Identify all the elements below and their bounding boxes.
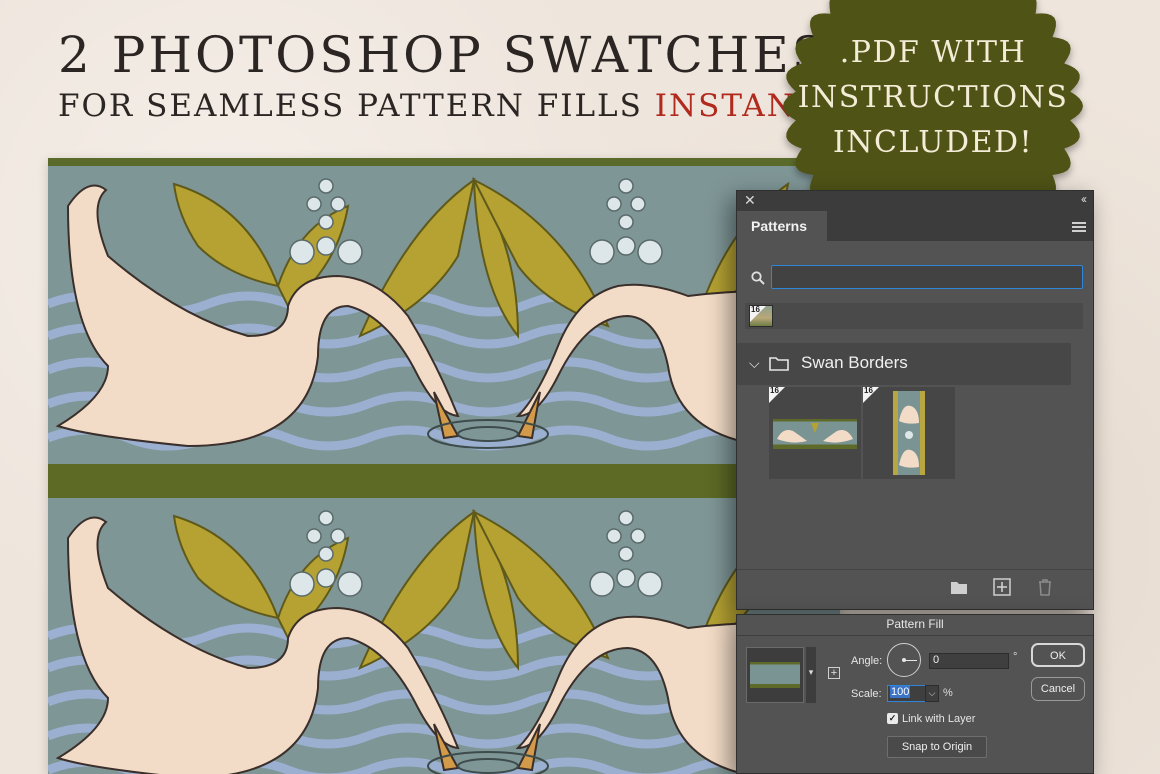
new-group-folder-icon[interactable] — [950, 578, 968, 596]
tab-patterns[interactable]: Patterns — [737, 211, 827, 241]
angle-dial[interactable] — [887, 643, 921, 677]
dialog-divider — [737, 635, 1093, 636]
chevron-down-icon[interactable]: ⌵ — [749, 355, 760, 372]
pattern-group-name: Swan Borders — [801, 353, 908, 372]
scale-dropdown-icon[interactable]: ⌵ — [925, 685, 939, 702]
headline-title: 2 PHOTOSHOP SWATCHES — [58, 26, 830, 84]
recent-patterns-row: 16 — [745, 303, 1083, 329]
panel-tab-row: Patterns — [737, 211, 1093, 241]
ok-button[interactable]: OK — [1031, 643, 1085, 667]
pattern-fill-dialog: Pattern Fill ▾ + Angle: 0 ° Scale: 100 ⌵… — [736, 614, 1094, 774]
swatch-thumbnail — [893, 391, 925, 475]
link-with-layer-label: Link with Layer — [902, 713, 976, 725]
border-band-middle — [48, 464, 840, 498]
scale-input[interactable]: 100 — [887, 685, 929, 702]
scale-label: Scale: — [851, 688, 882, 700]
patterns-panel: ✕ ‹‹ Patterns 16 ⌵ Swan Borders 16 16 — [736, 190, 1094, 610]
pattern-picker[interactable] — [746, 647, 804, 703]
badge-line-1: .PDF WITH — [839, 35, 1027, 70]
trash-icon[interactable] — [1036, 578, 1054, 596]
headline-subtitle: FOR SEAMLESS PATTERN FILLS INSTANTLY — [58, 86, 862, 126]
recent-pattern-swatch[interactable]: 16 — [749, 305, 773, 327]
close-icon[interactable]: ✕ — [744, 192, 756, 209]
pattern-preview-thumbnail — [750, 662, 800, 688]
bit-depth-label: 16 — [864, 386, 873, 395]
border-band-top — [48, 158, 840, 166]
scale-value: 100 — [890, 686, 911, 698]
angle-input[interactable]: 0 — [929, 653, 1009, 669]
dialog-title: Pattern Fill — [886, 617, 944, 631]
folder-icon — [769, 357, 789, 371]
badge-line-2: INSTRUCTIONS — [797, 80, 1069, 115]
pattern-swatch-vertical[interactable]: 16 — [863, 386, 955, 479]
bit-depth-label: 16 — [751, 305, 760, 314]
search-icon — [751, 271, 765, 285]
swan-border-artwork — [48, 158, 840, 774]
angle-label: Angle: — [851, 655, 883, 667]
panel-menu-icon[interactable] — [1072, 222, 1086, 232]
headline-subtitle-text: FOR SEAMLESS PATTERN FILLS — [58, 88, 655, 124]
angle-unit: ° — [1013, 651, 1018, 663]
snap-to-origin-button[interactable]: Snap to Origin — [887, 736, 987, 758]
badge-line-3: INCLUDED! — [832, 125, 1034, 160]
new-preset-icon[interactable]: + — [828, 667, 840, 679]
pattern-swatch-horizontal[interactable]: 16 — [769, 386, 861, 479]
chevron-down-icon[interactable]: ▾ — [806, 647, 816, 703]
headline: 2 PHOTOSHOP SWATCHES FOR SEAMLESS PATTER… — [58, 24, 862, 126]
panel-titlebar: ✕ ‹‹ — [737, 191, 1093, 211]
link-with-layer-checkbox[interactable]: ✓ — [887, 713, 898, 724]
badge-text: .PDF WITH INSTRUCTIONS INCLUDED! — [772, 30, 1094, 165]
pattern-group-row[interactable]: ⌵ Swan Borders — [737, 343, 1071, 385]
swatch-thumbnail — [773, 419, 857, 449]
double-chevron-left-icon[interactable]: ‹‹ — [1081, 192, 1087, 206]
add-pattern-icon[interactable] — [993, 578, 1011, 596]
bit-depth-label: 16 — [770, 386, 779, 395]
scale-unit: % — [943, 687, 953, 699]
pattern-search-input[interactable] — [771, 265, 1083, 289]
panel-footer — [737, 569, 1093, 609]
cancel-button[interactable]: Cancel — [1031, 677, 1085, 701]
